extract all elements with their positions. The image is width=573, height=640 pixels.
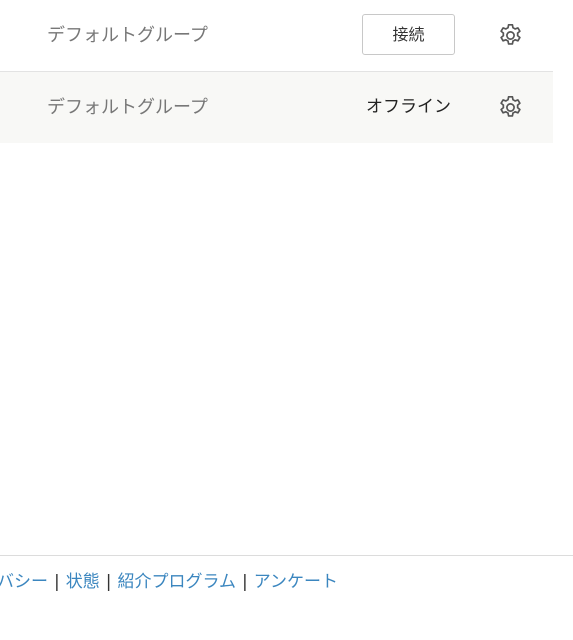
connect-button[interactable]: 接続 (362, 14, 455, 55)
footer-links: バシー | 状態 | 紹介プログラム | アンケート (0, 570, 338, 594)
footer-link-survey[interactable]: アンケート (254, 572, 338, 592)
device-list-page: デフォルトグループ 接続 デフォルトグループ オフライン バシー | 状態 | 紹介プロ… (0, 0, 573, 640)
device-row: デフォルトグループ オフライン (0, 72, 553, 143)
status-offline-label: オフライン (366, 97, 451, 117)
footer-link-referral-program[interactable]: 紹介プログラム (117, 572, 236, 592)
footer-link-privacy[interactable]: バシー (0, 572, 48, 592)
gear-icon[interactable] (497, 22, 524, 49)
device-group-label: デフォルトグループ (47, 97, 208, 118)
device-group-label: デフォルトグループ (47, 25, 208, 46)
footer-separator: | (54, 572, 60, 592)
footer-divider (0, 555, 573, 556)
footer-separator: | (241, 572, 248, 592)
gear-icon[interactable] (497, 94, 524, 121)
device-row: デフォルトグループ 接続 (0, 0, 553, 72)
footer-link-status[interactable]: 状態 (66, 572, 100, 592)
footer-separator: | (105, 572, 112, 592)
